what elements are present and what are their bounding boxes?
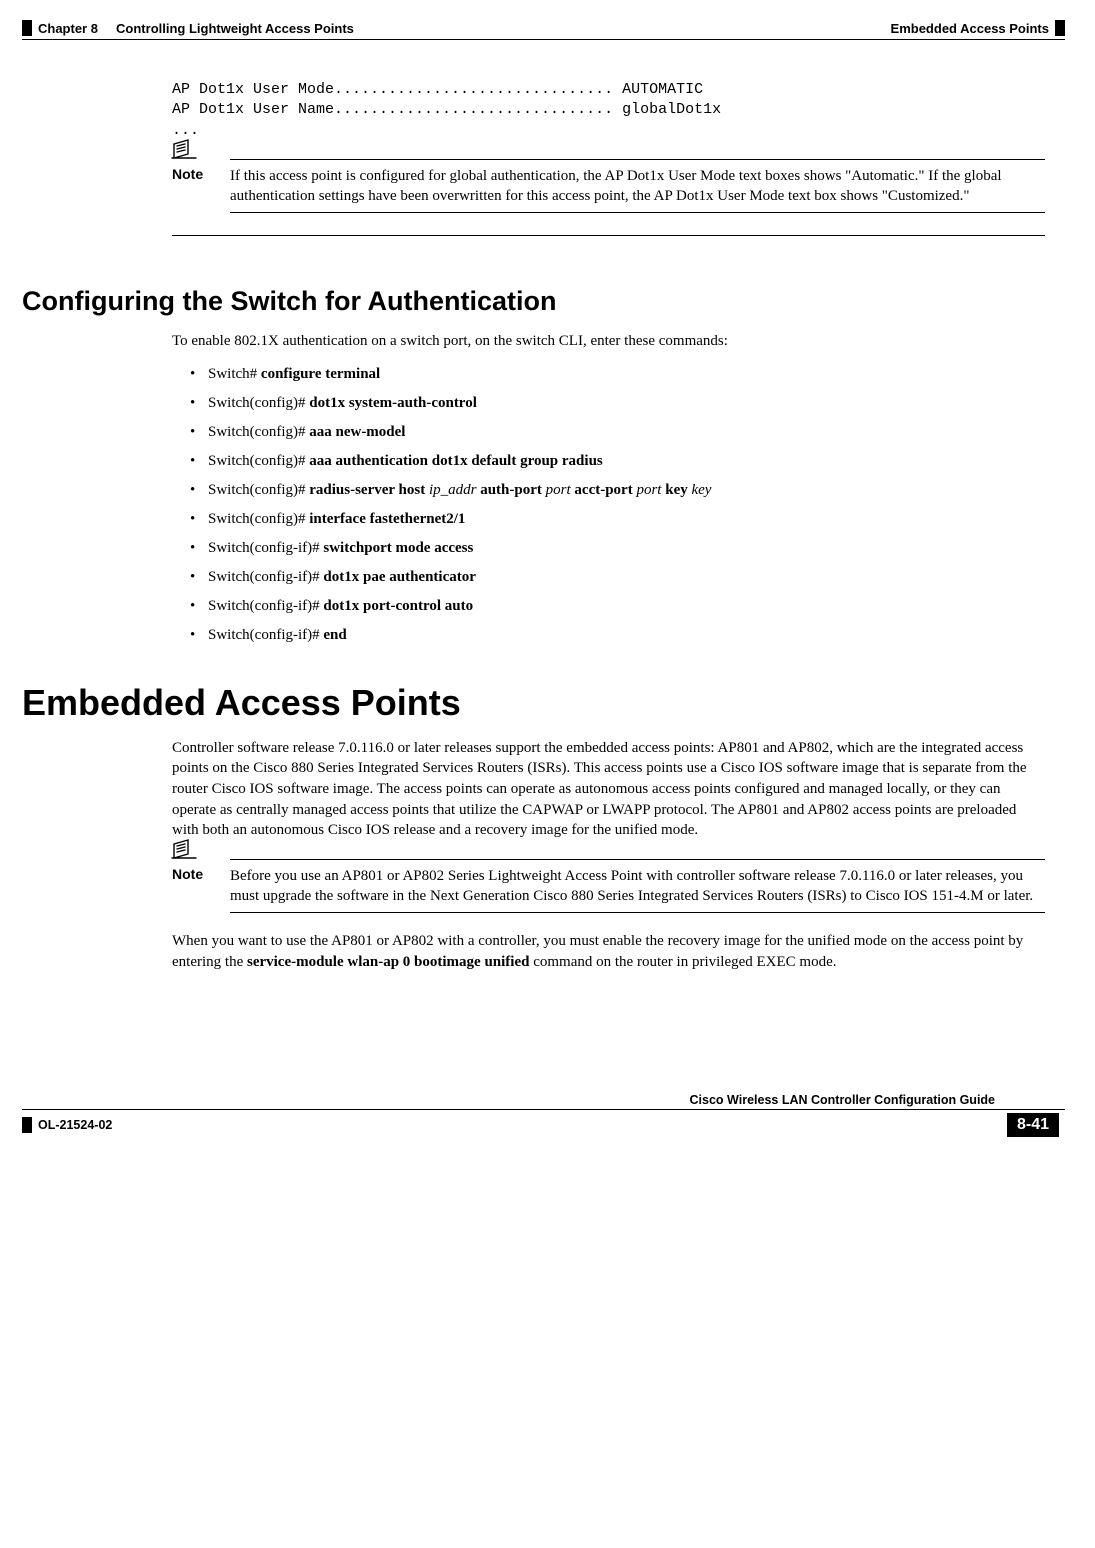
list-item: Switch(config)# radius-server host ip_ad… bbox=[194, 480, 1045, 501]
section-heading-switch-auth: Configuring the Switch for Authenticatio… bbox=[22, 286, 1045, 317]
command-list: Switch# configure terminal Switch(config… bbox=[172, 364, 1045, 646]
section-heading-embedded-ap: Embedded Access Points bbox=[22, 682, 1045, 724]
list-item: Switch(config)# aaa new-model bbox=[194, 422, 1045, 443]
list-item: Switch(config-if)# dot1x port-control au… bbox=[194, 596, 1045, 617]
footer-guide-title: Cisco Wireless LAN Controller Configurat… bbox=[22, 1093, 1065, 1107]
chapter-label: Chapter 8 bbox=[38, 21, 98, 36]
header-ornament-left bbox=[22, 20, 32, 36]
chapter-title: Controlling Lightweight Access Points bbox=[116, 21, 354, 36]
section2-intro: To enable 802.1X authentication on a swi… bbox=[172, 331, 1045, 351]
header-ornament-right bbox=[1055, 20, 1065, 36]
list-item: Switch(config-if)# switchport mode acces… bbox=[194, 538, 1045, 559]
note-text: Before you use an AP801 or AP802 Series … bbox=[230, 866, 1045, 907]
section3-para1: Controller software release 7.0.116.0 or… bbox=[172, 738, 1045, 841]
list-item: Switch# configure terminal bbox=[194, 364, 1045, 385]
running-head-right: Embedded Access Points bbox=[891, 21, 1049, 36]
list-item: Switch(config-if)# dot1x pae authenticat… bbox=[194, 567, 1045, 588]
note-block-1: Note If this access point is configured … bbox=[172, 159, 1045, 237]
note-icon bbox=[170, 138, 198, 160]
note-icon bbox=[170, 838, 198, 860]
page-number: 8-41 bbox=[1007, 1113, 1059, 1137]
page-header: Chapter 8 Controlling Lightweight Access… bbox=[22, 20, 1065, 36]
para-after-note2: When you want to use the AP801 or AP802 … bbox=[172, 931, 1045, 972]
footer-ornament-left bbox=[22, 1117, 32, 1133]
list-item: Switch(config)# aaa authentication dot1x… bbox=[194, 451, 1045, 472]
note-label: Note bbox=[172, 166, 203, 182]
note-block-2: Note Before you use an AP801 or AP802 Se… bbox=[172, 859, 1045, 914]
note-label: Note bbox=[172, 866, 203, 882]
header-rule bbox=[22, 39, 1065, 40]
list-item: Switch(config)# interface fastethernet2/… bbox=[194, 509, 1045, 530]
note-text: If this access point is configured for g… bbox=[230, 166, 1045, 207]
code-block: AP Dot1x User Mode......................… bbox=[172, 80, 1045, 141]
page-footer: Cisco Wireless LAN Controller Configurat… bbox=[22, 1093, 1065, 1137]
list-item: Switch(config-if)# end bbox=[194, 625, 1045, 646]
list-item: Switch(config)# dot1x system-auth-contro… bbox=[194, 393, 1045, 414]
footer-doc-id: OL-21524-02 bbox=[38, 1118, 1007, 1132]
